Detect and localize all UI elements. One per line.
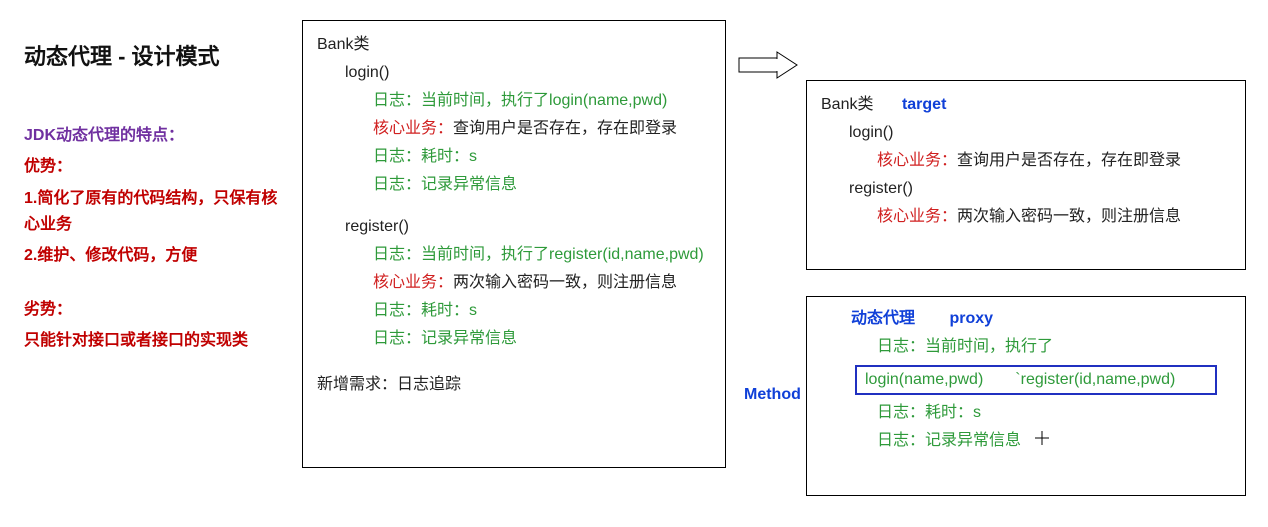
proxy-method-box: login(name,pwd) `register(id,name,pwd) [855,365,1217,395]
proxy-log1: 日志：当前时间，执行了 [821,333,1231,361]
mid-login-core: 核心业务：查询用户是否存在，存在即登录 [317,115,711,143]
mid-login-log2: 日志：耗时：s [317,143,711,171]
diagram-title: 动态代理 - 设计模式 [24,42,284,73]
mid-new-requirement: 新增需求：日志追踪 [317,371,711,399]
jdk-features-heading: JDK动态代理的特点： [24,123,284,149]
original-bank-box: Bank类 login() 日志：当前时间，执行了login(name,pwd)… [302,20,726,468]
cursor-icon [1035,427,1049,455]
mid-login-log1: 日志：当前时间，执行了login(name,pwd) [317,87,711,115]
target-register-method: register() [821,175,1231,203]
target-login-core: 核心业务：查询用户是否存在，存在即登录 [821,147,1231,175]
proxy-method-register: `register(id,name,pwd) [1015,371,1175,389]
advantage-1: 1.简化了原有的代码结构，只保有核心业务 [24,186,284,237]
disadvantages-label: 劣势： [24,297,284,323]
left-notes: 动态代理 - 设计模式 JDK动态代理的特点： 优势： 1.简化了原有的代码结构… [24,42,284,360]
proxy-header: 动态代理 proxy [851,305,1231,333]
proxy-box: 动态代理 proxy 日志：当前时间，执行了 login(name,pwd) `… [806,296,1246,496]
advantages-label: 优势： [24,154,284,180]
mid-register-log1: 日志：当前时间，执行了register(id,name,pwd) [317,241,711,269]
disadvantage-1: 只能针对接口或者接口的实现类 [24,328,284,354]
target-register-core: 核心业务：两次输入密码一致，则注册信息 [821,203,1231,231]
mid-class-name: Bank类 [317,31,711,59]
mid-register-log3: 日志：记录异常信息 [317,325,711,353]
method-label: Method [744,386,801,404]
mid-register-core: 核心业务：两次输入密码一致，则注册信息 [317,269,711,297]
target-bank-box: Bank类 target login() 核心业务：查询用户是否存在，存在即登录… [806,80,1246,270]
proxy-log3: 日志：记录异常信息 [821,427,1231,455]
target-header: Bank类 target [821,91,1231,119]
target-label: target [902,91,946,119]
advantage-2: 2.维护、修改代码，方便 [24,243,284,269]
mid-register-method: register() [317,213,711,241]
proxy-log2: 日志：耗时：s [821,399,1231,427]
mid-register-log2: 日志：耗时：s [317,297,711,325]
proxy-method-login: login(name,pwd) [865,371,983,389]
proxy-label: proxy [949,310,993,327]
target-login-method: login() [821,119,1231,147]
mid-login-method: login() [317,59,711,87]
mid-login-log3: 日志：记录异常信息 [317,171,711,199]
arrow-icon [738,50,798,80]
diagram-canvas: 动态代理 - 设计模式 JDK动态代理的特点： 优势： 1.简化了原有的代码结构… [0,0,1268,527]
